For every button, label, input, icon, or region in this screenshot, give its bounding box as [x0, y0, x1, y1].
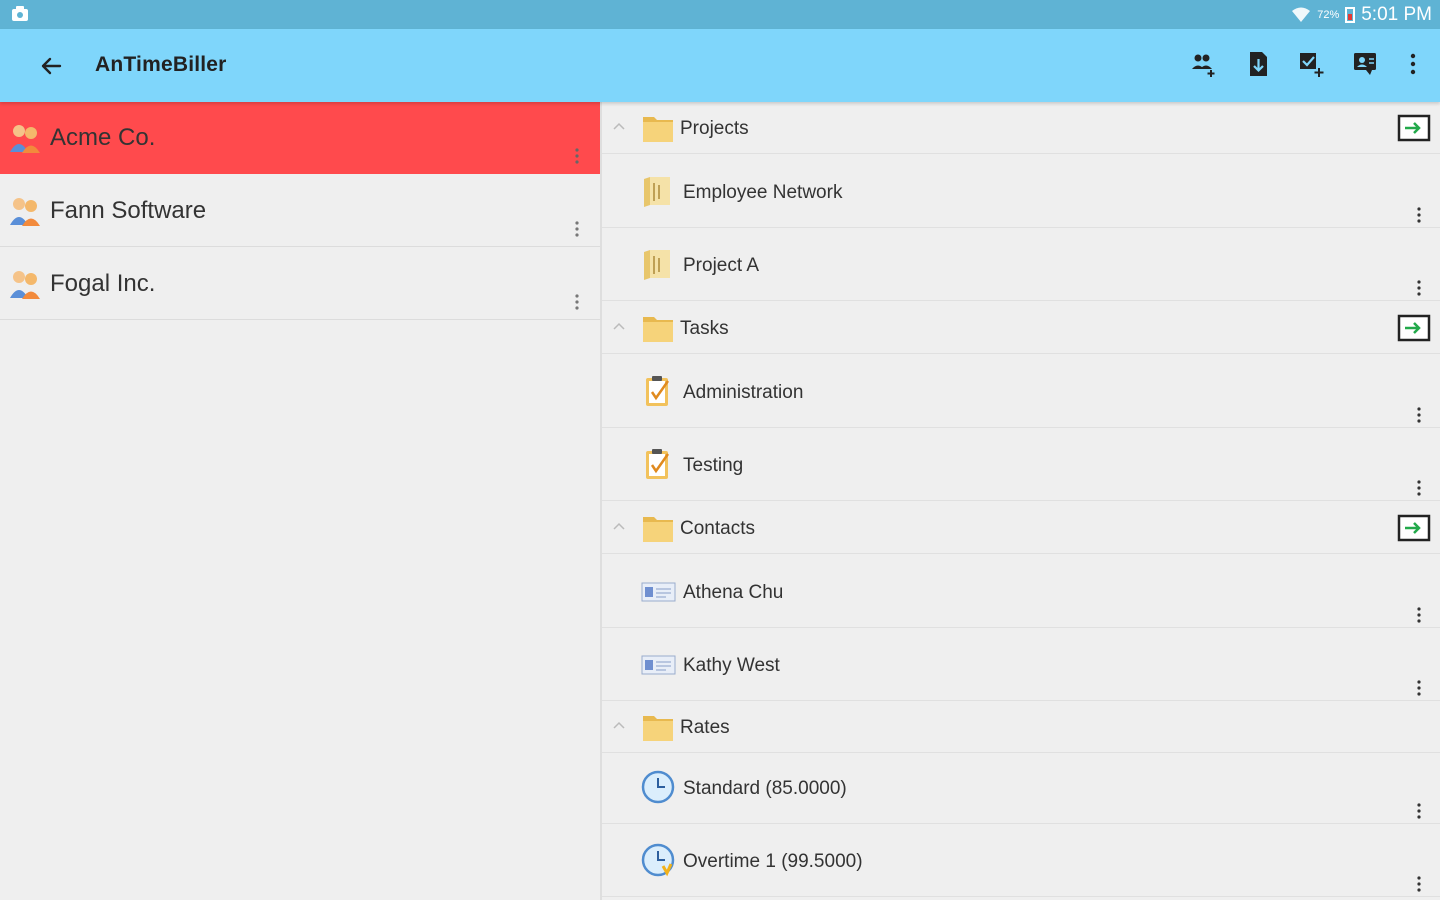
list-item[interactable]: Standard (85.0000) — [602, 751, 1440, 824]
add-task-icon — [1300, 53, 1324, 77]
add-contact-icon — [1354, 53, 1376, 75]
list-item[interactable]: Kathy West — [602, 628, 1440, 701]
client-row[interactable]: Fogal Inc. — [0, 248, 600, 320]
item-menu-icon[interactable] — [1412, 605, 1426, 625]
add-client-button[interactable] — [1190, 47, 1218, 81]
item-label: Testing — [683, 455, 744, 476]
folder-icon — [643, 517, 673, 542]
section-title: Tasks — [680, 318, 729, 339]
project-folder-icon — [644, 177, 670, 207]
item-menu-icon[interactable] — [1412, 478, 1426, 498]
item-label: Employee Network — [683, 182, 843, 203]
add-client-icon — [1192, 54, 1215, 77]
item-label: Administration — [683, 382, 804, 403]
client-row[interactable]: Fann Software — [0, 175, 600, 247]
section-header-contacts[interactable]: Contacts — [602, 502, 1440, 554]
overflow-menu-icon — [1410, 53, 1416, 75]
add-item-icon[interactable] — [1397, 114, 1431, 142]
item-label: Standard (85.0000) — [683, 778, 847, 799]
client-name: Fann Software — [50, 197, 207, 224]
clock-icon — [641, 770, 675, 804]
add-item-icon[interactable] — [1397, 514, 1431, 542]
add-task-button[interactable] — [1298, 47, 1326, 81]
client-people-icon — [10, 125, 40, 153]
client-menu-icon[interactable] — [570, 292, 584, 312]
clock-icon — [641, 843, 675, 877]
item-menu-icon[interactable] — [1412, 801, 1426, 821]
section-header-tasks[interactable]: Tasks — [602, 302, 1440, 354]
list-item[interactable]: Overtime 1 (99.5000) — [602, 824, 1440, 897]
list-item[interactable]: Testing — [602, 428, 1440, 501]
item-label: Kathy West — [683, 655, 780, 676]
client-menu-icon[interactable] — [570, 146, 584, 166]
client-people-icon — [10, 271, 40, 299]
download-icon — [1250, 52, 1267, 76]
clipboard-check-icon — [646, 449, 670, 479]
section-title: Projects — [680, 118, 749, 139]
overflow-menu-button[interactable] — [1406, 47, 1420, 81]
section-header-rates[interactable]: Rates — [602, 701, 1440, 753]
clock: 5:01 PM — [1361, 4, 1432, 25]
client-people-icon — [10, 198, 40, 226]
back-arrow-icon[interactable] — [34, 49, 68, 83]
item-menu-icon[interactable] — [1412, 874, 1426, 894]
app-bar: AnTimeBiller — [0, 29, 1440, 102]
chevron-up-icon[interactable] — [612, 320, 626, 332]
list-item[interactable]: Athena Chu — [602, 555, 1440, 628]
folder-icon — [643, 117, 673, 142]
client-menu-icon[interactable] — [570, 219, 584, 239]
client-name: Acme Co. — [50, 124, 156, 151]
section-title: Rates — [680, 717, 730, 738]
item-label: Overtime 1 (99.5000) — [683, 851, 863, 872]
section-header-projects[interactable]: Projects — [602, 102, 1440, 154]
add-item-icon[interactable] — [1397, 314, 1431, 342]
contact-card-icon — [641, 582, 676, 602]
download-button[interactable] — [1244, 47, 1272, 81]
folder-icon — [643, 317, 673, 342]
chevron-up-icon[interactable] — [612, 120, 626, 132]
list-item[interactable]: Employee Network — [602, 155, 1440, 228]
item-menu-icon[interactable] — [1412, 405, 1426, 425]
item-label: Project A — [683, 255, 760, 276]
status-bar: 72% 5:01 PM — [0, 0, 1440, 29]
chevron-up-icon[interactable] — [612, 520, 626, 532]
list-item[interactable]: Administration — [602, 355, 1440, 428]
folder-icon — [643, 716, 673, 741]
client-name: Fogal Inc. — [50, 270, 156, 297]
clipboard-check-icon — [646, 376, 670, 406]
item-menu-icon[interactable] — [1412, 678, 1426, 698]
client-row[interactable]: Acme Co. — [0, 102, 600, 174]
item-menu-icon[interactable] — [1412, 205, 1426, 225]
battery-percent: 72% — [1317, 9, 1340, 21]
section-title: Contacts — [680, 518, 755, 539]
add-contact-button[interactable] — [1352, 47, 1380, 81]
notification-icon — [12, 6, 28, 21]
project-folder-icon — [644, 250, 670, 280]
item-label: Athena Chu — [683, 582, 784, 603]
item-menu-icon[interactable] — [1412, 278, 1426, 298]
client-list: Acme Co. Fann Software Fogal Inc. — [0, 102, 600, 900]
battery-icon — [1345, 7, 1356, 23]
chevron-up-icon[interactable] — [612, 719, 626, 731]
contact-card-icon — [641, 655, 676, 675]
client-details: Projects Employee Network Project A Task… — [602, 102, 1440, 900]
list-item[interactable]: Project A — [602, 228, 1440, 301]
wifi-icon — [1292, 7, 1311, 22]
app-title: AnTimeBiller — [95, 53, 227, 76]
